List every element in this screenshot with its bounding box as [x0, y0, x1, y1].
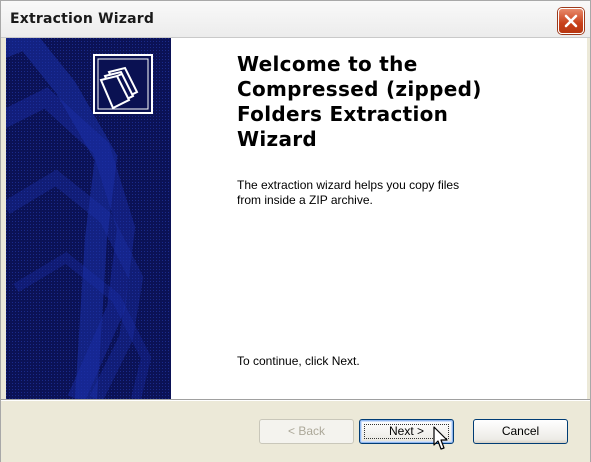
extraction-wizard-window: Extraction Wizard Welcome to the Compres…: [0, 0, 591, 462]
heading-line: Compressed (zipped): [237, 77, 482, 101]
title-bar[interactable]: Extraction Wizard: [1, 1, 590, 38]
side-panel-graphic: [6, 38, 171, 399]
wizard-content: Welcome to the Compressed (zipped) Folde…: [6, 38, 587, 399]
description-text: The extraction wizard helps you copy fil…: [237, 178, 557, 208]
welcome-heading: Welcome to the Compressed (zipped) Folde…: [237, 52, 557, 152]
close-button[interactable]: [558, 8, 584, 34]
close-icon: [564, 14, 578, 28]
description-line: The extraction wizard helps you copy fil…: [237, 178, 460, 192]
back-button-label: < Back: [287, 424, 326, 438]
button-bar: < Back Next > Cancel: [1, 399, 590, 462]
mouse-pointer-icon: [433, 426, 448, 450]
cancel-button-label: Cancel: [501, 424, 540, 438]
folders-icon: [95, 56, 151, 112]
continue-instruction: To continue, click Next.: [237, 354, 360, 368]
window-title: Extraction Wizard: [10, 11, 155, 27]
folder-badge: [93, 54, 153, 114]
heading-line: Welcome to the: [237, 52, 418, 76]
heading-line: Wizard: [237, 127, 318, 151]
cancel-button[interactable]: Cancel: [473, 419, 568, 444]
back-button[interactable]: < Back: [259, 419, 354, 444]
heading-line: Folders Extraction: [237, 102, 449, 126]
description-line: from inside a ZIP archive.: [237, 193, 373, 207]
